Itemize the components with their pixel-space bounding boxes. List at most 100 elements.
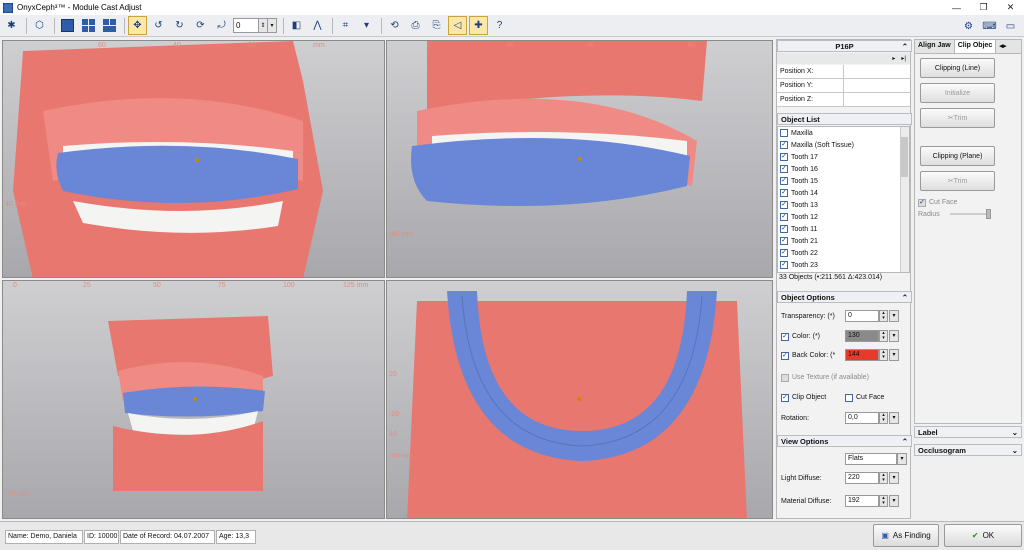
ok-button[interactable]: ✔ OK [944, 524, 1022, 547]
help-point-icon[interactable]: ? [490, 16, 509, 35]
dropdown-arrow-icon[interactable]: ▾ [889, 472, 899, 484]
crop-dropdown-icon[interactable]: ▾ [357, 16, 376, 35]
checkbox-checked-icon[interactable]: ✓ [780, 237, 788, 245]
rotate-y-icon[interactable]: ↻ [170, 16, 189, 35]
next-icon[interactable]: ▸ [892, 55, 895, 62]
rotate-z-icon[interactable]: ⟳ [191, 16, 210, 35]
last-icon[interactable]: ▸| [901, 55, 906, 62]
rotate-free-icon[interactable]: ⤾ [212, 16, 231, 35]
module-settings-icon[interactable]: ⚙ [959, 17, 978, 36]
as-finding-button[interactable]: ▣ As Finding [873, 524, 939, 547]
expand-icon[interactable]: ⌄ [1012, 428, 1018, 437]
minimize-button[interactable]: — [943, 0, 970, 15]
spin-arrows-icon[interactable]: ▴ ▾ [879, 349, 888, 361]
collapse-icon[interactable]: ⌃ [902, 437, 908, 446]
viewport-frontal[interactable]: 60 40 20 mm 40 mm [2, 40, 385, 278]
clipping-line-button[interactable]: Clipping (Line) [920, 58, 995, 78]
zoom-value[interactable]: 0 [233, 18, 259, 33]
shading-select[interactable]: Flats [845, 453, 897, 465]
viewport-side[interactable]: 0 40 20 40 -40 mm [386, 40, 773, 278]
collapse-icon[interactable]: ⌃ [902, 42, 908, 51]
export-view-icon[interactable]: ⎘ [427, 16, 446, 35]
dropdown-arrow-icon[interactable]: ▾ [889, 349, 899, 361]
list-item[interactable]: ✓ Tooth 11 [778, 223, 909, 235]
expand-icon[interactable]: ⌄ [1012, 446, 1018, 455]
list-item[interactable]: ✓ Tooth 22 [778, 247, 909, 259]
list-item[interactable]: ✓ Tooth 21 [778, 235, 909, 247]
tab-clip-object[interactable]: Clip Objec [954, 40, 997, 53]
mesh-icon[interactable]: ⋀ [308, 16, 327, 35]
checkbox-checked-icon[interactable]: ✓ [780, 261, 788, 269]
checkbox-icon[interactable] [845, 393, 853, 402]
spin-arrows-icon[interactable]: ▴ ▾ [879, 472, 888, 484]
checkbox-checked-icon[interactable]: ✓ [781, 393, 789, 402]
trim-button-1[interactable]: ✂ Trim [920, 108, 995, 128]
spin-arrows-icon[interactable]: ▴ ▾ [879, 310, 888, 322]
dropdown-arrow-icon[interactable]: ▾ [897, 453, 907, 465]
list-item[interactable]: Maxilla [778, 127, 909, 139]
radius-slider[interactable] [950, 213, 990, 215]
reset-view-icon[interactable]: ⟲ [385, 16, 404, 35]
clipping-plane-button[interactable]: Clipping (Plane) [920, 146, 995, 166]
checkbox-checked-icon[interactable]: ✓ [780, 249, 788, 257]
checkbox-icon[interactable] [780, 129, 788, 137]
clip-tool-icon[interactable]: ◁ [448, 16, 467, 35]
move-tool-icon[interactable]: ✥ [128, 16, 147, 35]
close-button[interactable]: ✕ [997, 0, 1024, 15]
layout-icon[interactable]: ▭ [1001, 17, 1020, 36]
checkbox-checked-icon[interactable]: ✓ [780, 201, 788, 209]
checkbox-checked-icon[interactable]: ✓ [780, 225, 788, 233]
initialize-button[interactable]: Initialize [920, 83, 995, 103]
checkbox-checked-icon[interactable]: ✓ [781, 351, 789, 360]
cube-view-icon[interactable]: ⬡ [30, 16, 49, 35]
single-view-icon[interactable] [58, 16, 77, 35]
rotation-input[interactable]: 0,0 [845, 412, 879, 424]
dropdown-arrow-icon[interactable]: ▾ [889, 495, 899, 507]
checkbox-checked-icon[interactable]: ✓ [780, 213, 788, 221]
list-item[interactable]: ✓ Tooth 12 [778, 211, 909, 223]
spin-arrows-icon[interactable]: ▴ ▾ [879, 330, 888, 342]
quad-view-icon[interactable] [79, 16, 98, 35]
tab-scroll-arrows-icon[interactable]: ◂▸ [996, 40, 1009, 53]
dropdown-arrow-icon[interactable]: ▾ [889, 412, 899, 424]
list-item[interactable]: ✓ Tooth 14 [778, 187, 909, 199]
save-view-icon[interactable]: ⎙ [406, 16, 425, 35]
occlusogram-section-header[interactable]: Occlusogram ⌄ [914, 444, 1022, 456]
label-section-header[interactable]: Label ⌄ [914, 426, 1022, 438]
object-list[interactable]: Maxilla ✓ Maxilla (Soft Tissue) ✓ Tooth 17… [777, 126, 910, 273]
settings-star-icon[interactable]: ✱ [2, 16, 21, 35]
restore-button[interactable]: ❐ [970, 0, 997, 15]
list-item[interactable]: ✓ Tooth 13 [778, 199, 909, 211]
checkbox-checked-icon[interactable]: ✓ [780, 165, 788, 173]
list-item[interactable]: ✓ Tooth 15 [778, 175, 909, 187]
light-diffuse-input[interactable]: 220 [845, 472, 879, 484]
dropdown-arrow-icon[interactable]: ▾ [889, 310, 899, 322]
spin-arrows-icon[interactable]: ⇕ [259, 18, 268, 33]
back-color-input[interactable]: 144 [845, 349, 879, 361]
rotate-x-icon[interactable]: ↺ [149, 16, 168, 35]
collapse-icon[interactable]: ⌃ [902, 293, 908, 302]
spin-arrows-icon[interactable]: ▴ ▾ [879, 412, 888, 424]
dropdown-arrow-icon[interactable]: ▾ [889, 330, 899, 342]
checkbox-checked-icon[interactable]: ✓ [780, 177, 788, 185]
keyboard-icon[interactable]: ⌨ [980, 17, 999, 36]
radius-slider-handle[interactable] [986, 209, 991, 219]
dropdown-arrow-icon[interactable]: ▾ [268, 18, 277, 33]
trim-button-2[interactable]: ✂ Trim [920, 171, 995, 191]
render-mode-icon[interactable]: ◧ [287, 16, 306, 35]
viewport-occlusal[interactable]: 20 -20 40 -40 mm [386, 280, 773, 519]
list-item[interactable]: ✓ Maxilla (Soft Tissue) [778, 139, 909, 151]
color-input[interactable]: 130 [845, 330, 879, 342]
zoom-spinner[interactable]: 0 ⇕ ▾ [233, 18, 277, 33]
checkbox-checked-icon[interactable]: ✓ [780, 153, 788, 161]
crop-icon[interactable]: ⌗ [336, 16, 355, 35]
triple-view-icon[interactable] [100, 16, 119, 35]
checkbox-checked-icon[interactable]: ✓ [780, 141, 788, 149]
viewport-lateral[interactable]: 0 25 50 75 100 125 mm -75 mm [2, 280, 385, 519]
checkbox-checked-icon[interactable]: ✓ [781, 332, 789, 341]
checkbox-checked-icon[interactable]: ✓ [780, 189, 788, 197]
spin-arrows-icon[interactable]: ▴ ▾ [879, 495, 888, 507]
tab-align-jaw[interactable]: Align Jaw [915, 40, 955, 53]
transparency-input[interactable]: 0 [845, 310, 879, 322]
list-item[interactable]: ✓ Tooth 16 [778, 163, 909, 175]
